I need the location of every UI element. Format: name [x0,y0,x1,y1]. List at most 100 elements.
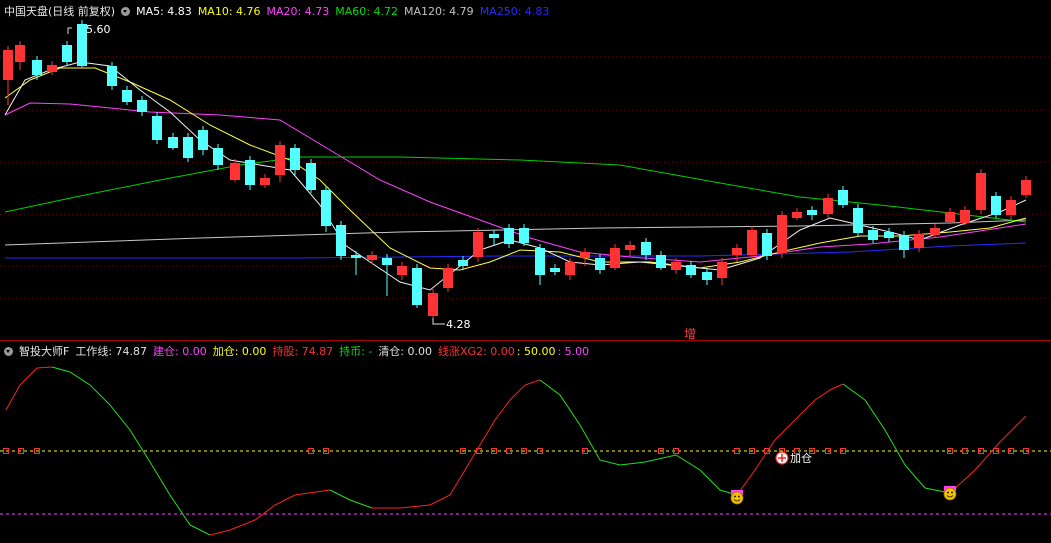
up-candle [747,230,757,255]
up-candle [671,262,681,270]
build-label: 建仓: 0.00 [153,345,207,358]
low-arrow [432,318,445,325]
smiley-eye [947,491,949,494]
down-candle [807,210,817,215]
xg2-label: 线涨XG2: 0.00 [438,345,515,358]
down-candle [656,255,666,268]
up-candle [792,212,802,218]
up-candle [914,234,924,248]
down-candle [641,242,651,255]
down-candle [838,190,848,205]
up-candle [610,248,620,268]
top-legend: 中国天盘(日线 前复权) MA5: 4.83 MA10: 4.76 MA20: … [4,3,555,19]
level5-label: : 5.00 [557,344,590,358]
work-line-hold [736,383,844,496]
down-candle [899,235,909,250]
work-line-hold [372,379,541,509]
down-candle [595,258,605,270]
down-candle [321,190,331,226]
up-candle [960,210,970,223]
ma20-label: MA20: 4.73 [266,4,330,18]
up-candle [1021,180,1031,195]
down-candle [336,225,346,256]
ma60-line [4,156,1027,223]
smiley-icon [943,487,957,501]
hold-label: 持股: 74.87 [272,345,334,358]
work-line-label: 工作线: 74.87 [75,345,148,358]
clear-label: 清仓: 0.00 [378,345,433,358]
ma250-label: MA250: 4.83 [479,4,550,18]
down-candle [183,137,193,158]
level50-label: : 50.00 [516,344,556,358]
dropdown-icon[interactable] [121,6,131,16]
ma60-label: MA60: 4.72 [335,4,398,18]
up-candle [625,245,635,250]
down-candle [702,272,712,280]
down-candle [168,137,178,148]
ma10-label: MA10: 4.76 [197,4,261,18]
down-candle [535,248,545,275]
down-candle [32,60,42,75]
down-candle [137,100,147,112]
smiley-eye [738,495,740,498]
work-line-hold [209,489,331,536]
indicator-title: 智投大师F [19,345,70,358]
down-candle [245,160,255,185]
down-candle [458,260,468,266]
increase-marker: 增 [684,327,696,341]
ma120-label: MA120: 4.79 [403,4,474,18]
down-candle [290,148,300,170]
down-candle [853,208,863,233]
dropdown-icon[interactable] [4,346,13,356]
down-candle [382,258,392,265]
ma250-line [5,242,1027,259]
smiley-icon [730,491,744,505]
down-candle [107,66,117,86]
up-candle [945,212,955,222]
down-candle [412,268,422,305]
up-candle [260,178,270,185]
up-candle [428,293,438,316]
up-candle [823,198,833,214]
down-candle [762,233,772,256]
down-candle [686,265,696,275]
high-arrow [67,27,72,34]
low-price-label: 4.28 [446,318,471,331]
up-candle [15,45,25,62]
work-line-cash [329,489,373,509]
down-candle [519,228,529,243]
down-candle [504,228,514,244]
up-candle [717,262,727,278]
add-position-label: 加仓 [790,451,812,465]
up-candle [1006,200,1016,215]
stock-title: 中国天盘(日线 前复权) [4,5,116,18]
down-candle [550,268,560,272]
down-candle [213,148,223,165]
up-candle [275,145,285,175]
down-candle [198,130,208,150]
work-line-hold [949,415,1027,494]
smiley-eye [951,491,953,494]
up-candle [3,50,13,80]
up-candle [443,268,453,288]
add-label: 加仓: 0.00 [212,345,267,358]
up-candle [230,163,240,180]
ma5-label: MA5: 4.83 [136,4,192,18]
down-candle [884,232,894,238]
cash-label: 持币: - [339,345,373,358]
down-candle [351,255,361,258]
high-price-label: 5.60 [86,23,111,36]
down-candle [62,45,72,62]
work-line-cash [842,383,951,494]
up-candle [367,255,377,260]
smiley-eye [734,495,736,498]
down-candle [489,234,499,238]
up-candle [565,262,575,275]
down-candle [122,90,132,102]
up-candle [397,266,407,275]
up-candle [580,252,590,258]
bottom-legend: 智投大师F 工作线: 74.87 建仓: 0.00 加仓: 0.00 持股: 7… [4,343,595,359]
down-candle [991,196,1001,215]
work-line-hold [5,366,53,411]
work-line-cash [539,379,738,496]
